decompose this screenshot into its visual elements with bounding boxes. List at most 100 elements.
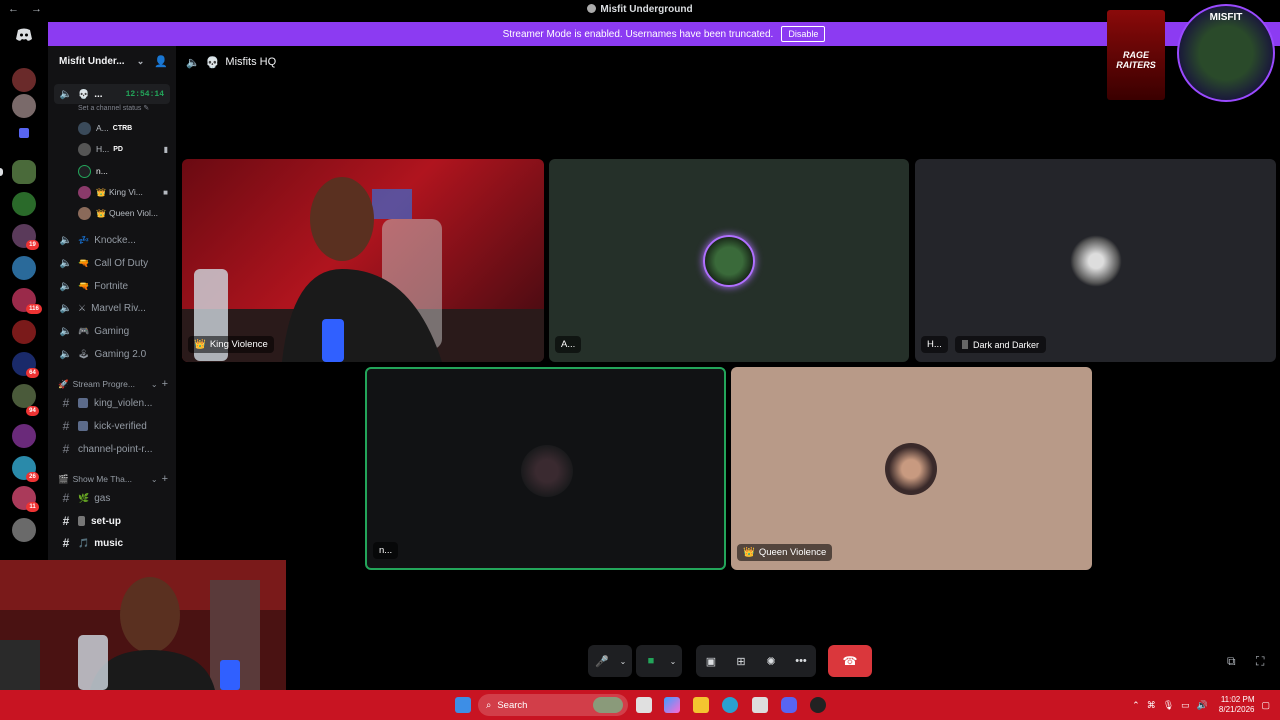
category-label: Stream Progre... xyxy=(72,379,135,389)
voice-channel[interactable]: 🔈 🕹 Gaming 2.0 xyxy=(48,344,176,364)
video-tile-queen-violence[interactable]: 👑 Queen Violence xyxy=(731,367,1092,570)
participant-avatar xyxy=(703,235,755,287)
taskbar-clock[interactable]: 11:02 PM 8/21/2026 xyxy=(1219,695,1255,715)
display-icon[interactable]: ▭ xyxy=(1181,700,1190,711)
category-stream[interactable]: 🚀 Stream Progre... ⌄ + xyxy=(58,376,176,392)
voice-channel[interactable]: 🔈 🎮 Gaming xyxy=(48,321,176,341)
voice-member[interactable]: H... PD ▮ xyxy=(78,140,176,158)
guild-header[interactable]: Misfit Under... ⌄ 👤 xyxy=(48,46,176,76)
camera-icon[interactable]: ■ xyxy=(636,645,666,677)
server-icon-6[interactable] xyxy=(12,256,36,280)
participant-name-tag: n... xyxy=(373,542,399,559)
chevron-up-icon[interactable]: ⌃ xyxy=(1132,700,1140,711)
channel-name: Gaming xyxy=(94,325,130,337)
disable-streamer-mode-button[interactable]: Disable xyxy=(781,26,826,42)
voice-member[interactable]: n... xyxy=(78,162,176,180)
file-explorer-icon[interactable] xyxy=(693,697,709,713)
obs-icon[interactable] xyxy=(810,697,826,713)
crown-icon: 👑 xyxy=(194,339,206,350)
category-label: Show Me Tha... xyxy=(72,474,132,484)
voice-channel[interactable]: 🔈 💤 Knocke... xyxy=(48,230,176,250)
video-tile-n[interactable]: n... xyxy=(365,367,726,570)
camera-icon: ■ xyxy=(163,187,168,197)
server-icon-11[interactable] xyxy=(12,424,36,448)
chevron-down-icon: ⌄ xyxy=(150,474,158,484)
discord-home-icon[interactable] xyxy=(14,28,34,44)
discord-taskbar-icon[interactable] xyxy=(781,697,797,713)
store-icon[interactable] xyxy=(752,697,768,713)
streamer-webcam-overlay xyxy=(0,560,286,690)
unread-badge: 64 xyxy=(26,368,39,378)
video-tile-a[interactable]: A... xyxy=(549,159,909,362)
camera-options-chevron-icon[interactable]: ⌄ xyxy=(666,645,680,677)
task-view-icon[interactable] xyxy=(636,697,652,713)
server-folder-icon[interactable] xyxy=(19,128,29,138)
add-channel-icon[interactable]: + xyxy=(162,378,168,390)
start-icon[interactable] xyxy=(455,697,471,713)
add-channel-icon[interactable]: + xyxy=(162,473,168,485)
avatar xyxy=(78,164,91,178)
server-icon-10[interactable] xyxy=(12,384,36,408)
channel-emoji: 🌿 xyxy=(78,492,90,503)
participant-name: H... xyxy=(927,339,942,350)
microphone-tray-icon[interactable]: 🎙 xyxy=(1163,700,1174,711)
server-icon-snack[interactable] xyxy=(12,68,36,92)
active-channel-name: ... xyxy=(94,88,103,100)
voice-member[interactable]: 👑 King Vi... ■ xyxy=(78,183,176,201)
more-icon[interactable]: ••• xyxy=(787,645,815,677)
microphone-icon[interactable]: 🎤 xyxy=(588,645,616,677)
server-icon-8[interactable] xyxy=(12,320,36,344)
screen-share-icon[interactable]: ▣ xyxy=(697,645,725,677)
channel-status-hint[interactable]: Set a channel status ✎ xyxy=(78,104,149,112)
active-voice-channel[interactable]: 🔈 💀 ... 12:54:14 xyxy=(54,84,170,104)
speaker-icon: 🔈 xyxy=(59,234,73,246)
text-channel[interactable]: # kick-verified xyxy=(48,416,176,436)
voice-channel[interactable]: 🔈 🔫 Call Of Duty xyxy=(48,253,176,273)
hang-up-button[interactable]: ☎ xyxy=(828,645,872,677)
call-header: 🔈 💀 Misfits HQ xyxy=(186,54,276,70)
member-name: King Vi... xyxy=(108,187,143,197)
server-icon-2[interactable] xyxy=(12,94,36,118)
hash-icon: # xyxy=(62,536,70,550)
text-channel[interactable]: # channel-point-r... xyxy=(48,439,176,459)
participant-avatar xyxy=(1070,235,1122,287)
channel-sidebar: Misfit Under... ⌄ 👤 🔈 💀 ... 12:54:14 Set… xyxy=(48,46,176,560)
video-tile-king-violence[interactable]: 👑 King Violence xyxy=(182,159,544,362)
widget-icon[interactable] xyxy=(593,697,623,713)
fullscreen-icon[interactable]: ⛶ xyxy=(1256,654,1264,669)
text-channel[interactable]: # set-up xyxy=(48,511,176,531)
deafen-icon: ▮ xyxy=(163,144,168,154)
voice-channel[interactable]: 🔈 🔫 Fortnite xyxy=(48,276,176,296)
invite-people-icon[interactable]: 👤 xyxy=(154,55,168,68)
text-channel[interactable]: # 🎵 music xyxy=(48,533,176,553)
member-tag: PD xyxy=(113,145,123,153)
server-icon-misfit[interactable] xyxy=(12,160,36,184)
voice-member[interactable]: 👑 Queen Viol... xyxy=(78,204,176,222)
chevron-down-icon: ⌄ xyxy=(136,55,145,66)
server-icon-14[interactable] xyxy=(12,518,36,542)
speaker-icon: 🔈 xyxy=(59,348,73,360)
text-channel[interactable]: # king_violen... xyxy=(48,393,176,413)
soundboard-icon[interactable]: ✺ xyxy=(757,645,785,677)
voice-member[interactable]: A... CTRB xyxy=(78,119,176,137)
participant-name-tag: 👑 King Violence xyxy=(188,336,274,353)
edge-icon[interactable] xyxy=(722,697,738,713)
text-channel[interactable]: # 🌿 gas xyxy=(48,488,176,508)
chevron-down-icon: ⌄ xyxy=(150,379,158,389)
mic-options-chevron-icon[interactable]: ⌄ xyxy=(616,645,630,677)
participant-avatar xyxy=(885,443,937,495)
clapper-icon: 🎬 xyxy=(58,473,69,484)
server-icon-4[interactable] xyxy=(12,192,36,216)
activities-icon[interactable]: ⊞ xyxy=(727,645,755,677)
voice-channel[interactable]: 🔈 ⚔ Marvel Riv... xyxy=(48,298,176,318)
channel-emoji: 🕹 xyxy=(78,348,90,359)
notifications-icon[interactable]: ▢ xyxy=(1261,700,1270,711)
network-icon[interactable]: ⌘ xyxy=(1147,700,1156,711)
avatar xyxy=(78,185,91,199)
copilot-icon[interactable] xyxy=(664,697,680,713)
search-label: Search xyxy=(497,699,528,711)
category-show[interactable]: 🎬 Show Me Tha... ⌄ + xyxy=(58,471,176,487)
pop-out-icon[interactable]: ⧉ xyxy=(1227,654,1236,669)
video-tile-h[interactable]: H... Dark and Darker xyxy=(915,159,1276,362)
volume-icon[interactable]: 🔊 xyxy=(1197,700,1208,711)
